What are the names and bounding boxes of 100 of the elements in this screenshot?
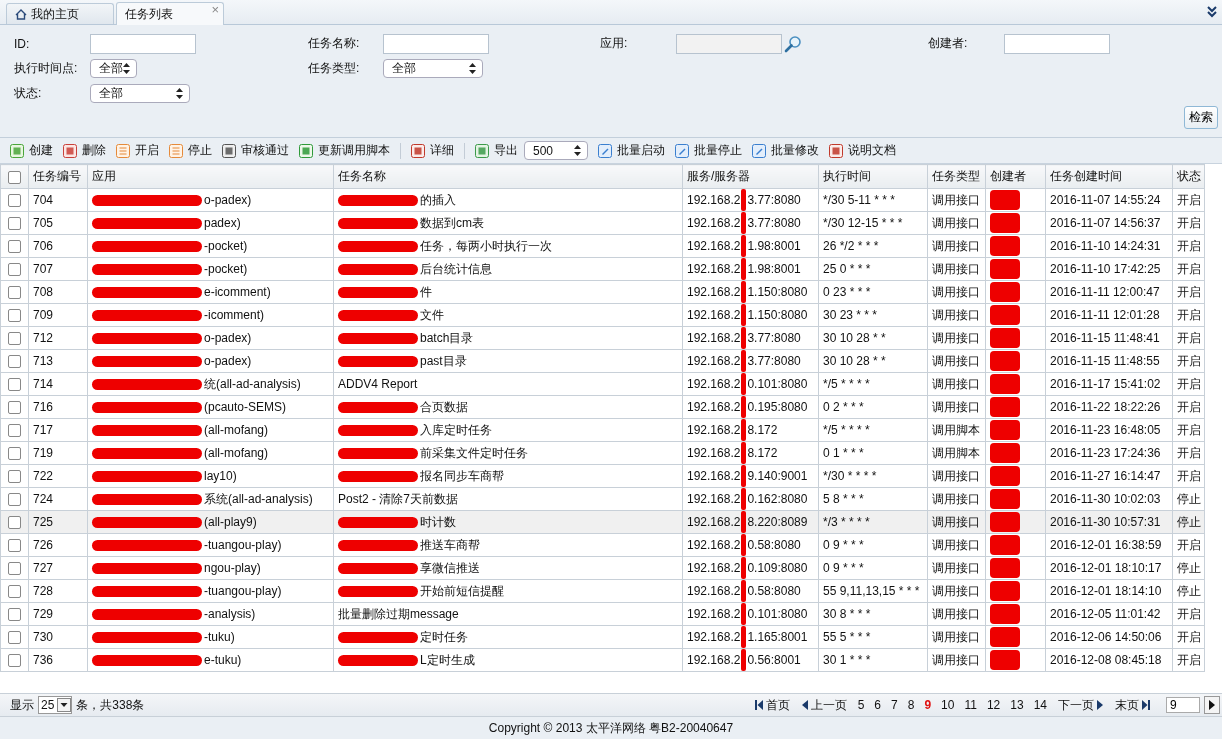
column-header[interactable]: 应用 [87,164,334,189]
table-row[interactable]: 717 (all-mofang) 入库定时任务 192.168.2 8.172 */5 * * * * 调用脚本 2016-11-23 16:48:05 开启 [0,418,1222,442]
checkbox[interactable] [8,263,21,277]
checkbox[interactable] [8,355,21,369]
toolbar-button[interactable]: 详细 [411,142,454,159]
input-field[interactable] [90,33,196,54]
table-row[interactable]: 712 o-padex) batch目录 192.168.2 3.77:8080 30 10 28 * * 调用接口 2016-11-15 11:48:41 开启 [0,326,1222,350]
checkbox[interactable] [8,332,21,346]
table-cell: (all-mofang) [204,423,269,437]
previous-page-link[interactable]: 上一页 [801,696,847,714]
checkbox[interactable] [8,470,21,484]
toolbar-button[interactable]: 批量修改 [752,142,819,159]
checkbox[interactable] [8,654,21,668]
table-cell: -icomment) [204,308,264,322]
toolbar-button[interactable]: 创建 [10,142,53,159]
toolbar-button[interactable]: 更新调用脚本 [299,142,390,159]
collapse-icon[interactable] [1205,4,1219,20]
checkbox[interactable] [8,378,21,392]
page-link[interactable]: 7 [891,698,898,712]
table-row[interactable]: 726 -tuangou-play) 推送车商帮 192.168.2 0.58:8080 0 9 * * * 调用接口 2016-12-01 16:38:59 开启 [0,533,1222,557]
square-icon [411,143,425,158]
checkbox[interactable] [8,562,21,576]
table-row[interactable]: 725 (all-play9) 时计数 192.168.2 8.220:8089 */3 * * * * 调用接口 2016-11-30 10:57:31 停止 [0,510,1222,534]
checkbox[interactable] [8,493,21,507]
select-field[interactable]: 全部 [383,59,483,78]
checkbox[interactable] [8,608,21,622]
toolbar-button[interactable]: 批量启动 [598,142,665,159]
page-size-select[interactable]: 25 [38,696,73,714]
tab[interactable]: 我的主页 [6,3,114,24]
checkbox[interactable] [8,516,21,530]
table-row[interactable]: 728 -tuangou-play) 开始前短信提醒 192.168.2 0.58:8080 55 9,11,13,15 * * * 调用接口 2016-12-01 18:14:10 停止 [0,579,1222,603]
page-link[interactable]: 8 [907,698,915,712]
page-input[interactable]: 9 [1166,697,1200,713]
table-row[interactable]: 729 -analysis) 批量删除过期message 192.168.2 0.101:8080 30 8 * * * 调用接口 2016-12-05 11:01:42 开启 [0,602,1222,626]
table-row[interactable]: 708 e-icomment) 件 192.168.2 1.150:8080 0 23 * * * 调用接口 2016-11-11 12:00:47 开启 [0,280,1222,304]
next-page-link[interactable]: 下一页 [1058,696,1103,714]
toolbar-button[interactable]: 审核通过 [222,142,289,159]
table-row[interactable]: 722 lay10) 报名同步车商帮 192.168.2 9.140:9001 */30 * * * * 调用接口 2016-11-27 16:14:47 开启 [0,464,1222,488]
table-row[interactable]: 724 系统(all-ad-analysis) Post2 - 清除7天前数据 192.168.2 0.162:8080 5 8 * * * 调用接口 2016-11-30 10:02:03 停止 [0,487,1222,511]
checkbox[interactable] [8,170,21,184]
page-link[interactable]: 13 [1010,698,1024,712]
table-cell: 定时任务 [420,628,468,646]
search-button[interactable]: 检索 [1184,106,1218,129]
checkbox[interactable] [8,631,21,645]
column-header[interactable]: 任务编号 [28,164,88,189]
page-link[interactable]: 12 [986,698,1001,712]
checkbox[interactable] [8,424,21,438]
table-row[interactable]: 716 (pcauto-SEMS) 合页数据 192.168.2 0.195:8080 0 2 * * * 调用接口 2016-11-22 18:22:26 开启 [0,395,1222,419]
column-header[interactable]: 执行时间 [818,164,928,189]
checkbox[interactable] [8,217,21,231]
first-page-link[interactable]: 首页 [754,696,790,714]
column-header[interactable]: 创建者 [985,164,1046,189]
column-header[interactable]: 任务创建时间 [1045,164,1173,189]
input-field[interactable] [1004,33,1110,54]
checkbox[interactable] [8,539,21,553]
page-link[interactable]: 11 [964,698,977,712]
toolbar-button[interactable]: 开启 [116,142,159,159]
table-row[interactable]: 736 e-tuku) L定时生成 192.168.2 0.56:8001 30 1 * * * 调用接口 2016-12-08 08:45:18 开启 [0,648,1222,672]
table-row[interactable]: 704 o-padex) 的插入 192.168.2 3.77:8080 */30 5-11 * * * 调用接口 2016-11-07 14:55:24 开启 [0,188,1222,212]
table-row[interactable]: 727 ngou-play) 享微信推送 192.168.2 0.109:8080 0 9 * * * 调用接口 2016-12-01 18:10:17 停止 [0,556,1222,580]
table-row[interactable]: 705 padex) 数据到cm表 192.168.2 3.77:8080 */30 12-15 * * * 调用接口 2016-11-07 14:56:37 开启 [0,211,1222,235]
page-size-select[interactable]: 500 [524,141,588,160]
column-header[interactable]: 任务名称 [333,164,683,189]
table-row[interactable]: 713 o-padex) past目录 192.168.2 3.77:8080 30 10 28 * * 调用接口 2016-11-15 11:48:55 开启 [0,349,1222,373]
table-row[interactable]: 707 -pocket) 后台统计信息 192.168.2 1.98:8001 25 0 * * * 调用接口 2016-11-10 17:42:25 开启 [0,257,1222,281]
checkbox[interactable] [8,194,21,208]
checkbox[interactable] [8,585,21,599]
table-row[interactable]: 714 统(all-ad-analysis) ADDV4 Report 192.168.2 0.101:8080 */5 * * * * 调用接口 2016-11-17 15:41:02 开启 [0,372,1222,396]
checkbox[interactable] [8,447,21,461]
input-field[interactable] [383,33,489,54]
select-field[interactable]: 全部 [90,59,137,78]
last-page-link[interactable]: 末页 [1115,696,1150,714]
tab[interactable]: 任务列表 × [116,2,224,25]
table-cell: o-padex) [204,354,252,368]
toolbar-button[interactable]: 停止 [169,142,212,159]
table-row[interactable]: 719 (all-mofang) 前采集文件定时任务 192.168.2 8.172 0 1 * * * 调用脚本 2016-11-23 17:24:36 开启 [0,441,1222,465]
page-link[interactable]: 9 [924,698,932,712]
toolbar-button[interactable]: 删除 [63,142,106,159]
column-header[interactable]: 任务类型 [927,164,986,189]
toolbar-button[interactable]: 批量停止 [675,142,742,159]
page-link[interactable]: 6 [874,698,882,712]
page-link[interactable]: 10 [941,698,955,712]
go-icon[interactable] [1204,696,1220,714]
checkbox[interactable] [8,240,21,254]
column-header[interactable]: 服务/服务器 [682,164,819,189]
checkbox[interactable] [8,309,21,323]
checkbox[interactable] [8,286,21,300]
column-header[interactable]: 状态 [1172,164,1205,189]
table-row[interactable]: 709 -icomment) 文件 192.168.2 1.150:8080 30 23 * * * 调用接口 2016-11-11 12:01:28 开启 [0,303,1222,327]
toolbar-button[interactable]: 说明文档 [829,142,896,159]
close-icon[interactable]: × [211,3,219,16]
select-field[interactable]: 全部 [90,84,190,103]
page-link[interactable]: 5 [857,698,865,712]
checkbox[interactable] [8,401,21,415]
edit-icon [675,143,689,158]
table-row[interactable]: 730 -tuku) 定时任务 192.168.2 1.165:8001 55 5 * * * 调用接口 2016-12-06 14:50:06 开启 [0,625,1222,649]
page-link[interactable]: 14 [1033,698,1047,712]
table-row[interactable]: 706 -pocket) 任务，每两小时执行一次 192.168.2 1.98:8001 26 */2 * * * 调用接口 2016-11-10 14:24:31 开启 [0,234,1222,258]
search-icon[interactable] [784,34,802,53]
toolbar-button[interactable]: 导出 [475,142,518,159]
